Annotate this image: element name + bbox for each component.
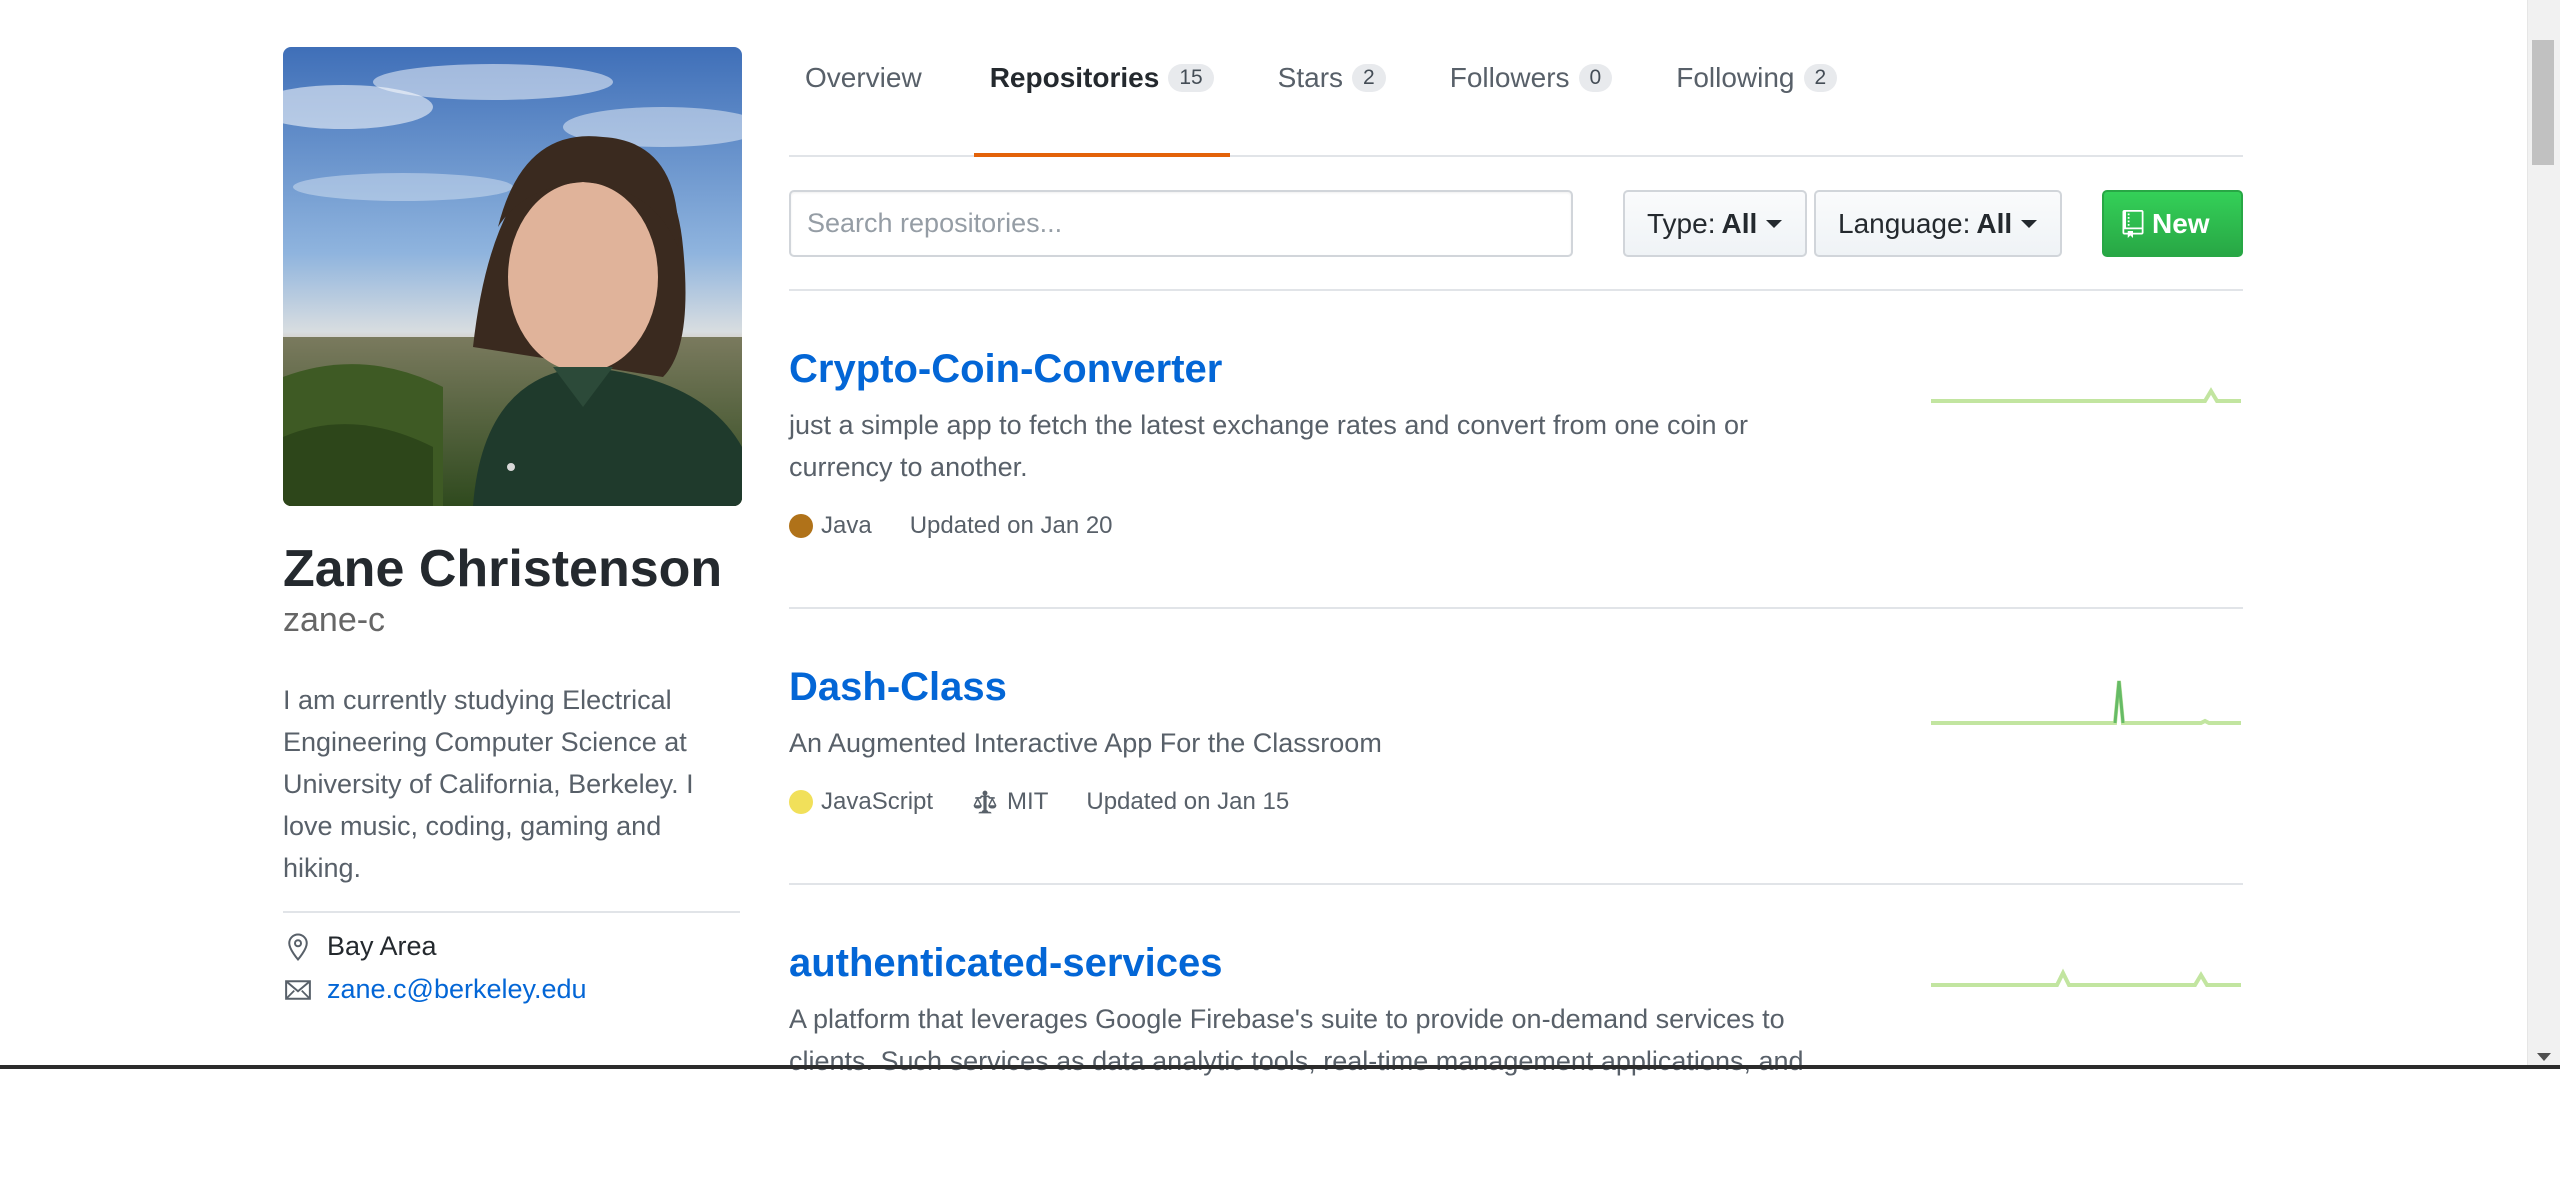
law-scale-icon <box>971 789 999 815</box>
location-pin-icon <box>283 932 313 962</box>
caret-down-icon <box>2021 219 2038 228</box>
language-filter-value: All <box>1976 207 2013 239</box>
language-color-dot <box>789 514 813 538</box>
tab-count: 0 <box>1578 63 1613 92</box>
scroll-down-arrow-icon[interactable] <box>2537 1053 2551 1061</box>
type-filter-label: Type: <box>1647 207 1716 239</box>
repo-license: MIT <box>971 788 1048 816</box>
repo-language: JavaScript <box>789 788 933 816</box>
location-text: Bay Area <box>327 931 437 962</box>
search-repositories-input[interactable] <box>789 190 1573 257</box>
language-color-dot <box>789 790 813 814</box>
repo-name-link[interactable]: Dash-Class <box>789 665 1007 710</box>
repo-meta: JavaScript MIT Updated on Jan 15 <box>789 788 2243 816</box>
tab-label: Following <box>1676 61 1795 93</box>
profile-email: zane.c@berkeley.edu <box>283 974 742 1005</box>
tab-count: 2 <box>1352 63 1386 92</box>
repo-name-link[interactable]: authenticated-services <box>789 941 1223 986</box>
repo-name-link[interactable]: Crypto-Coin-Converter <box>789 347 1222 392</box>
avatar[interactable] <box>283 47 742 506</box>
profile-tabs: Overview Repositories 15 Stars 2 Followe… <box>789 0 2243 157</box>
activity-sparkline <box>1931 680 2241 725</box>
type-filter-value: All <box>1721 207 1758 239</box>
repositories-main: Overview Repositories 15 Stars 2 Followe… <box>789 0 2243 1185</box>
repo-list-item: Dash-Class An Augmented Interactive App … <box>789 609 2243 885</box>
tab-followers[interactable]: Followers 0 <box>1434 0 1629 155</box>
tab-overview[interactable]: Overview <box>789 0 938 155</box>
repo-list-item: Crypto-Coin-Converter just a simple app … <box>789 291 2243 609</box>
repo-updated: Updated on Jan 15 <box>1086 788 1290 815</box>
repo-description: just a simple app to fetch the latest ex… <box>789 410 1749 482</box>
repo-language: Java <box>789 512 872 540</box>
email-link[interactable]: zane.c@berkeley.edu <box>327 974 587 1005</box>
profile-sidebar: Zane Christenson zane-c I am currently s… <box>283 47 742 1005</box>
language-name: Java <box>821 512 872 539</box>
repo-description: A platform that leverages Google Firebas… <box>789 1004 1804 1076</box>
repo-book-icon <box>2122 209 2144 238</box>
repo-updated: Updated on Jan 20 <box>909 512 1113 539</box>
tab-label: Repositories <box>989 61 1160 93</box>
tab-repositories[interactable]: Repositories 15 <box>973 0 1230 157</box>
new-repository-button[interactable]: New <box>2102 190 2243 257</box>
caret-down-icon <box>1766 219 1783 228</box>
mail-icon <box>283 975 313 1005</box>
language-filter-dropdown[interactable]: Language: All <box>1814 190 2062 257</box>
profile-location: Bay Area <box>283 931 742 962</box>
tab-count: 2 <box>1803 63 1838 92</box>
tab-count: 15 <box>1168 63 1214 92</box>
divider <box>283 911 740 914</box>
repo-description: An Augmented Interactive App For the Cla… <box>789 728 1382 758</box>
scrollbar-thumb[interactable] <box>2532 40 2554 165</box>
tab-label: Overview <box>805 61 922 93</box>
activity-sparkline <box>1931 968 2241 987</box>
profile-bio: I am currently studying Electrical Engin… <box>283 685 694 884</box>
profile-full-name: Zane Christenson <box>283 540 723 598</box>
language-filter-label: Language: <box>1838 207 1971 239</box>
new-button-label: New <box>2152 207 2210 239</box>
tab-following[interactable]: Following 2 <box>1660 0 1853 155</box>
profile-username: zane-c <box>283 601 386 640</box>
language-name: JavaScript <box>821 788 934 815</box>
repo-list-item: authenticated-services A platform that l… <box>789 885 2243 1185</box>
license-name: MIT <box>1007 788 1049 815</box>
activity-sparkline <box>1931 387 2241 403</box>
type-filter-dropdown[interactable]: Type: All <box>1623 190 1807 257</box>
repo-filter-bar: Type: All Language: All New <box>789 157 2243 291</box>
repo-meta: Java Updated on Jan 20 <box>789 512 2243 540</box>
tab-stars[interactable]: Stars 2 <box>1262 0 1402 155</box>
page-scrollbar[interactable] <box>2527 0 2560 1069</box>
tab-label: Followers <box>1449 61 1570 93</box>
window-bottom-edge <box>0 1065 2560 1069</box>
tab-label: Stars <box>1277 61 1344 93</box>
